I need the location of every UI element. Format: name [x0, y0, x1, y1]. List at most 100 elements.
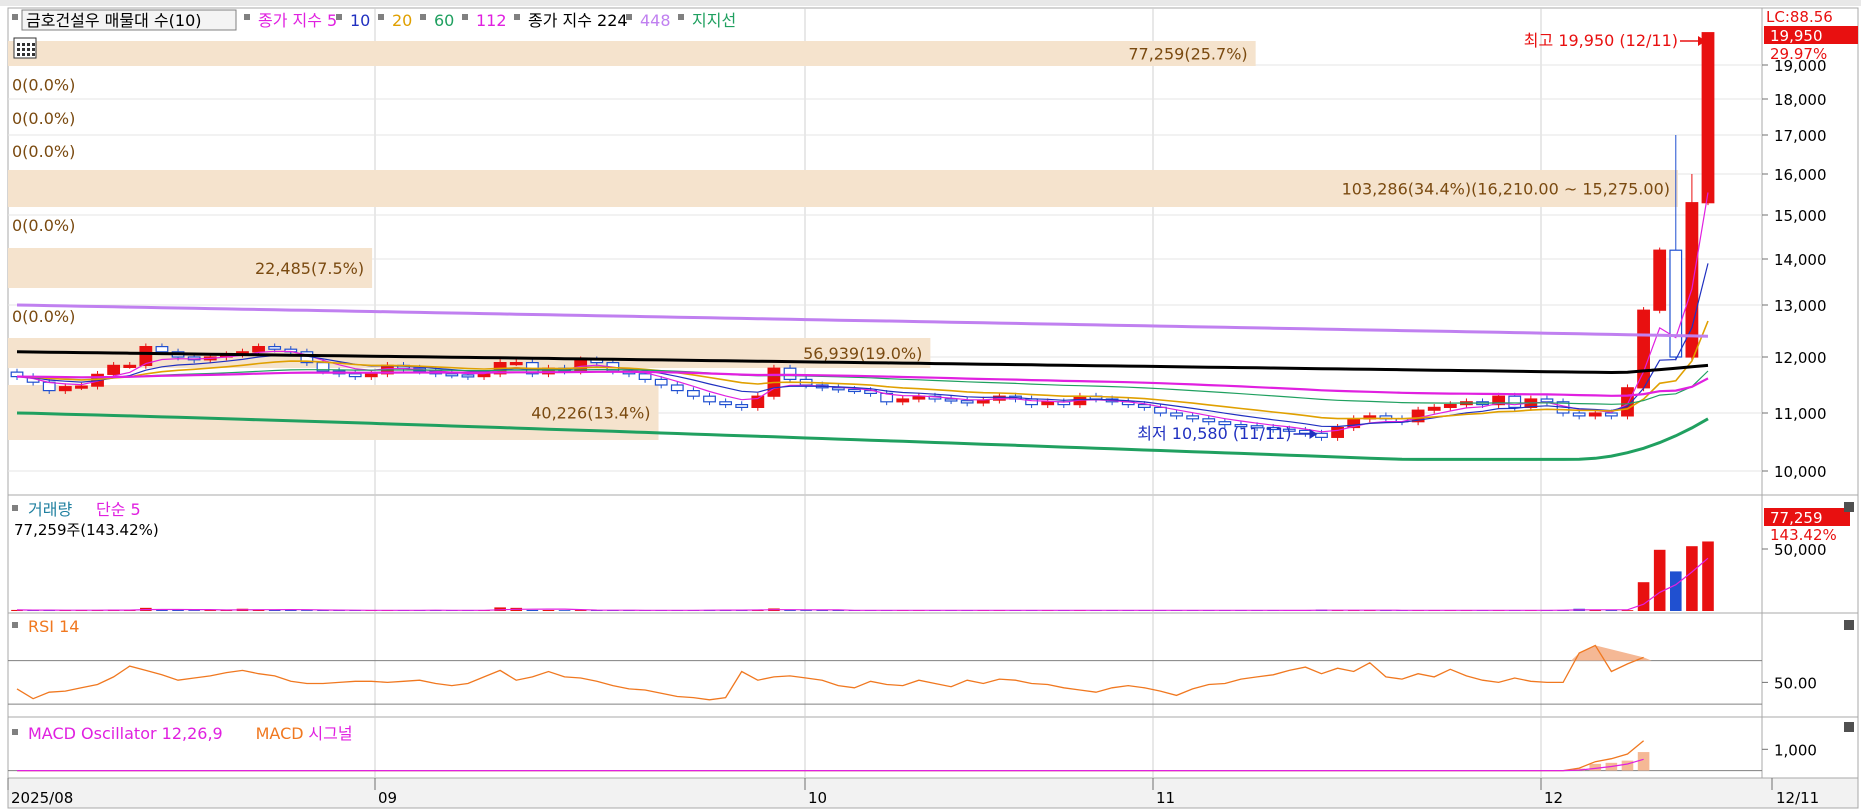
x-axis-label: 10 — [808, 789, 827, 807]
volume-profile-label: 0(0.0%) — [12, 109, 75, 128]
price-tick-label: 11,000 — [1774, 405, 1827, 423]
macd-tick-label: 1,000 — [1774, 741, 1817, 759]
volume-bar — [1637, 582, 1650, 611]
candle-body — [123, 364, 137, 368]
volume-profile-label: 0(0.0%) — [12, 76, 75, 95]
volume-bar — [1686, 546, 1698, 611]
candle-body — [42, 381, 56, 392]
candle-body — [703, 395, 716, 403]
candle-body — [461, 374, 475, 378]
rsi-panel-close-icon[interactable] — [1844, 620, 1854, 630]
x-axis-frame — [7, 777, 1859, 809]
volume-profile-label: 77,259(25.7%) — [1128, 45, 1247, 64]
legend-square-icon — [514, 14, 520, 20]
volume-profile-label: 0(0.0%) — [12, 142, 75, 161]
legend-square-icon — [12, 505, 18, 511]
candle-body — [1653, 249, 1667, 311]
candle-body — [1154, 406, 1167, 414]
candle-body — [670, 384, 684, 392]
candle-body — [848, 388, 861, 393]
candle-body — [1041, 401, 1055, 406]
price-tick-label: 16,000 — [1774, 166, 1827, 184]
candle-body — [1572, 412, 1586, 417]
candle-body — [268, 346, 282, 350]
price-legend-item: 60 — [434, 11, 454, 30]
calendar-icon-cell — [32, 48, 35, 51]
stock-chart-window: 2025/08 09 10 11 12 12/11 10,000 11,000 12,000 13… — [0, 0, 1861, 811]
calendar-icon-cell — [27, 43, 30, 46]
rsi-tick-label: 50.00 — [1774, 674, 1817, 692]
volume-bar — [172, 610, 184, 611]
legend-square-icon — [12, 14, 18, 20]
volume-bar — [1702, 541, 1714, 611]
price-legend-item: 종가 지수 224 — [528, 11, 628, 30]
candle-body — [58, 386, 72, 392]
candle-body — [364, 373, 378, 378]
legend-square-icon — [12, 622, 18, 628]
x-axis-label: 2025/08 — [11, 789, 73, 807]
macd-oscillator-bar — [1589, 763, 1602, 771]
macd-panel-close-icon[interactable] — [1844, 722, 1854, 732]
price-tick-label: 12,000 — [1774, 349, 1827, 367]
candle-body — [960, 400, 974, 404]
candle-body — [976, 399, 990, 404]
x-axis-right-label: 12/11 — [1776, 789, 1819, 807]
volume-legend-item: 거래량 — [28, 500, 72, 519]
legend-square-icon — [244, 14, 250, 20]
volume-legend-item: 단순 5 — [96, 500, 141, 519]
price-legend-item: 112 — [476, 11, 507, 30]
candle-body — [1588, 412, 1602, 417]
calendar-icon-cell — [32, 43, 35, 46]
rsi-legend-item: RSI 14 — [28, 617, 79, 636]
volume-profile-label: 0(0.0%) — [12, 216, 75, 235]
calendar-icon[interactable] — [13, 37, 37, 59]
volume-last-pct: 143.42% — [1770, 526, 1837, 544]
x-axis-label: 09 — [378, 789, 397, 807]
price-tick-label: 14,000 — [1774, 251, 1827, 269]
volume-profile-label: 56,939(19.0%) — [803, 344, 922, 363]
price-legend-item: 종가 지수 5 — [258, 11, 337, 30]
price-legend-item: 10 — [350, 11, 370, 30]
candle-body — [509, 362, 523, 366]
price-legend-item: 금호건설우 매물대 수(10) — [26, 11, 202, 30]
candle-body — [155, 346, 169, 353]
calendar-icon-cell — [27, 48, 30, 51]
legend-square-icon — [378, 14, 384, 20]
candle-body — [1298, 429, 1312, 434]
candle-body — [1637, 309, 1650, 389]
candle-body — [1202, 418, 1216, 423]
legend-square-icon — [462, 14, 468, 20]
volume-panel-close-icon[interactable] — [1844, 502, 1854, 512]
candle-body — [1669, 249, 1683, 358]
top-strip — [0, 0, 1861, 6]
candle-body — [1427, 406, 1441, 411]
candle-body — [348, 373, 362, 378]
x-axis-label: 12 — [1544, 789, 1563, 807]
calendar-icon-cell — [17, 48, 20, 51]
price-tick-label: 10,000 — [1774, 463, 1827, 481]
price-tick-label: 18,000 — [1774, 91, 1827, 109]
volume-bar — [1669, 571, 1682, 611]
chart-canvas[interactable]: 2025/08 09 10 11 12 12/11 10,000 11,000 12,000 13… — [0, 0, 1861, 811]
candle-body — [107, 364, 121, 375]
candle-body — [1685, 202, 1699, 358]
x-axis-label: 11 — [1156, 789, 1175, 807]
volume-profile-label: 40,226(13.4%) — [531, 404, 650, 423]
candle-body — [1508, 395, 1522, 409]
candle-body — [719, 401, 733, 406]
candle-body — [654, 378, 668, 386]
candle-body — [896, 398, 910, 403]
calendar-icon-cell — [27, 53, 30, 56]
lc-label: LC:88.56 — [1766, 8, 1833, 26]
volume-profile-label: 0(0.0%) — [12, 307, 75, 326]
candle-body — [1170, 412, 1183, 417]
candle-body — [735, 404, 749, 409]
candle-body — [1540, 398, 1554, 403]
price-legend-item: 20 — [392, 11, 412, 30]
legend-square-icon — [12, 729, 18, 735]
macd-legend-item: MACD — [256, 724, 304, 743]
candle-body — [638, 373, 652, 380]
candle-body — [1701, 32, 1715, 204]
candle-body — [252, 346, 265, 353]
low-price-annotation: 최저 10,580 (11/11) — [1137, 424, 1291, 443]
